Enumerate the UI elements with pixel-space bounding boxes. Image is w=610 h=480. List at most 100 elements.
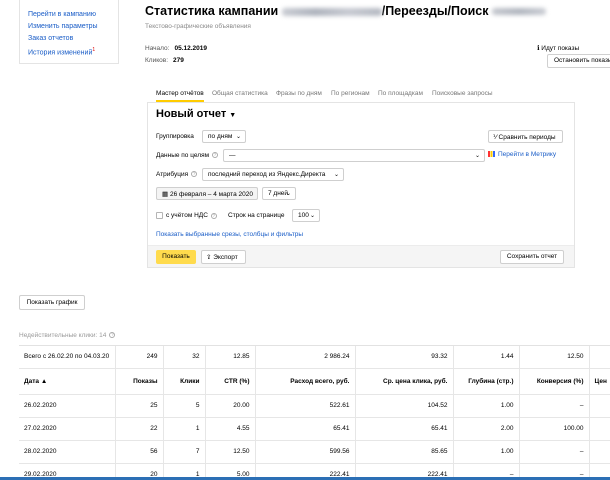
order-reports-link[interactable]: Заказ отчетов <box>28 35 73 42</box>
cell: 56 <box>115 440 164 464</box>
tab-search-queries[interactable]: Поисковые запросы <box>432 90 493 97</box>
history-link[interactable]: История изменений <box>28 49 92 56</box>
cell: 65.41 <box>355 417 454 441</box>
cell <box>589 417 610 441</box>
clicks-label: Кликов: <box>145 57 169 64</box>
col-conversion[interactable]: Конверсия (%) <box>519 368 590 395</box>
col-impressions[interactable]: Показы <box>115 368 164 395</box>
cell: 26.02.2020 <box>19 394 116 418</box>
export-button[interactable]: ⇪ Экспорт <box>201 250 246 264</box>
edit-params-link[interactable]: Изменить параметры <box>28 23 98 30</box>
cell: 20.00 <box>205 394 256 418</box>
cell: 65.41 <box>255 417 356 441</box>
rows-per-page-select[interactable]: 100 ⌄ <box>292 209 320 222</box>
col-spend[interactable]: Расход всего, руб. <box>255 368 356 395</box>
cell: 28.02.2020 <box>19 440 116 464</box>
total-cell <box>589 346 610 369</box>
export-icon: ⇪ <box>206 254 212 261</box>
cell: 522.61 <box>255 394 356 418</box>
redacted-campaign-id <box>492 8 547 16</box>
report-name-dropdown[interactable]: Новый отчет ▼ <box>156 108 236 120</box>
caret-down-icon: ▼ <box>229 112 237 119</box>
show-report-button[interactable]: Показать <box>156 250 196 264</box>
export-label: Экспорт <box>213 254 238 261</box>
chevron-down-icon: ⌄ <box>235 134 241 140</box>
show-graph-button[interactable]: Показать график <box>19 295 85 310</box>
cell: 5 <box>163 394 206 418</box>
vat-label: с учётом НДС <box>166 212 208 220</box>
cell: 85.65 <box>355 440 454 464</box>
total-cell: 12.50 <box>519 346 590 369</box>
attribution-select[interactable]: последний переход из Яндекс.Директа ⌄ <box>202 168 344 181</box>
rows-per-page-label: Строк на странице <box>228 212 285 219</box>
cell: 599.56 <box>255 440 356 464</box>
goals-select[interactable]: — ⌄ <box>223 149 485 162</box>
vat-checkbox-row[interactable]: с учётом НДС? <box>156 212 217 219</box>
tab-report-master[interactable]: Мастер отчётов <box>156 90 204 102</box>
chevron-down-icon: ⌄ <box>285 191 291 197</box>
period-select[interactable]: 7 дней ⌄ <box>262 187 296 200</box>
compare-periods-button[interactable]: ⅟ Сравнить периоды <box>488 130 563 143</box>
chevron-down-icon: ⌄ <box>309 213 315 219</box>
cell: 1.00 <box>453 394 520 418</box>
rows-per-page-value: 100 <box>298 212 309 219</box>
title-path: /Переезды/Поиск <box>381 4 489 18</box>
show-slices-link[interactable]: Показать выбранные срезы, столбцы и филь… <box>156 231 303 238</box>
invalid-clicks: Недействительные клики: 14? <box>19 332 116 339</box>
grouping-value: по дням <box>208 133 233 140</box>
tab-phrases-by-day[interactable]: Фразы по дням <box>276 90 322 97</box>
help-icon[interactable]: ? <box>212 152 219 159</box>
cell: 2.00 <box>453 417 520 441</box>
cell: 27.02.2020 <box>19 417 116 441</box>
goals-label-row: Данные по целям? <box>156 152 219 159</box>
table-row: 27.02.2020 22 1 4.55 65.41 65.41 2.00 10… <box>19 417 610 441</box>
cell: 104.52 <box>355 394 454 418</box>
total-cell: 93.32 <box>355 346 454 369</box>
tab-general-stats[interactable]: Общая статистика <box>212 90 268 97</box>
tab-by-region[interactable]: По регионам <box>331 90 370 97</box>
report-name: Новый отчет <box>156 108 227 120</box>
shows-status-text: Идут показы <box>541 45 580 52</box>
col-depth[interactable]: Глубина (стр.) <box>453 368 520 395</box>
title-prefix: Статистика кампании <box>145 4 279 18</box>
help-icon[interactable]: ? <box>210 212 217 219</box>
vat-checkbox[interactable] <box>156 212 163 219</box>
total-cell: 12.85 <box>205 346 256 369</box>
col-date[interactable]: Дата ▲ <box>19 368 116 395</box>
cell: 100.00 <box>519 417 590 441</box>
total-cell: 2 986.24 <box>255 346 356 369</box>
cell: 7 <box>163 440 206 464</box>
page-title: Статистика кампании /Переезды/Поиск <box>145 4 547 18</box>
table-header: Дата ▲ Показы Клики CTR (%) Расход всего… <box>19 368 610 395</box>
col-clicks[interactable]: Клики <box>163 368 206 395</box>
col-ctr[interactable]: CTR (%) <box>205 368 256 395</box>
start-value: 05.12.2019 <box>174 45 208 52</box>
help-icon[interactable]: ? <box>109 332 116 339</box>
cell: 12.50 <box>205 440 256 464</box>
date-range-picker[interactable]: ▦ 26 февраля – 4 марта 2020 <box>156 187 258 200</box>
help-icon[interactable]: ? <box>191 171 198 178</box>
attribution-label: Атрибуция <box>156 171 189 178</box>
stop-shows-button[interactable]: Остановить показы <box>547 54 610 68</box>
goals-label: Данные по целям <box>156 152 210 159</box>
go-to-campaign-link[interactable]: Перейти в кампанию <box>28 11 96 18</box>
total-cell: 249 <box>115 346 164 369</box>
cell: – <box>519 440 590 464</box>
goals-value: — <box>229 152 236 159</box>
chevron-down-icon: ⌄ <box>474 153 480 159</box>
history-item[interactable]: История изменений1 <box>28 47 95 56</box>
attribution-label-row: Атрибуция? <box>156 171 198 178</box>
cell: – <box>519 394 590 418</box>
grouping-select[interactable]: по дням ⌄ <box>202 130 246 143</box>
save-report-button[interactable]: Сохранить отчет <box>500 250 564 264</box>
shows-status: ℹ Идут показы <box>537 44 579 52</box>
tab-by-placement[interactable]: По площадкам <box>378 90 423 97</box>
col-avg-cpc[interactable]: Ср. цена клика, руб. <box>355 368 454 395</box>
metrika-link[interactable]: Перейти в Метрику <box>488 151 556 158</box>
redacted-campaign-name <box>281 7 382 16</box>
table-row: 26.02.2020 25 5 20.00 522.61 104.52 1.00… <box>19 394 610 418</box>
total-cell: 32 <box>163 346 206 369</box>
campaign-nav: Перейти в кампанию Изменить параметры За… <box>19 0 119 64</box>
col-price[interactable]: Цен <box>589 368 610 395</box>
cell <box>589 440 610 464</box>
